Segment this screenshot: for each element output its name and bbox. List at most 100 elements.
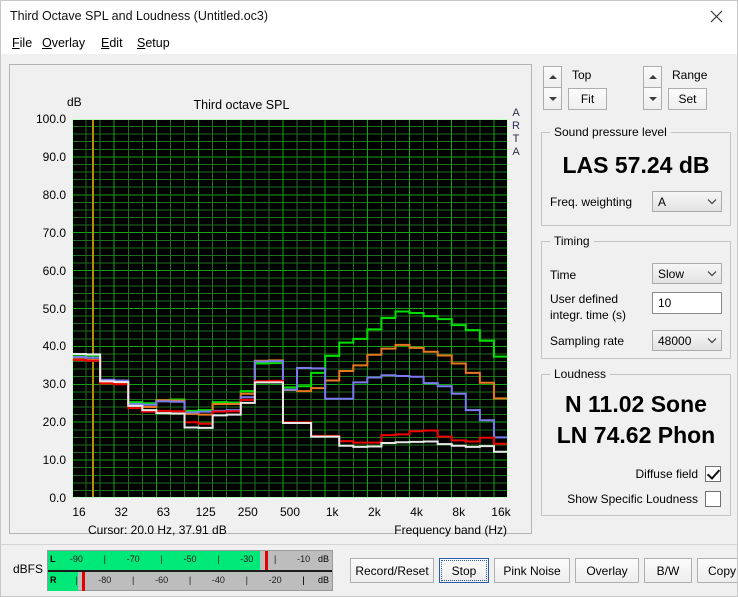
record-reset-button[interactable]: Record/Reset [350,558,434,583]
menu-label-rest: dit [109,36,123,50]
top-label: Top [572,68,592,82]
y-axis-tick-label: 60.0 [42,263,66,278]
meter-tick-label: -60 [155,575,169,585]
pink-noise-button[interactable]: Pink Noise [494,558,570,583]
x-axis-caption: Frequency band (Hz) [394,523,507,537]
menu-item-setup[interactable]: Setup [134,35,173,51]
sampling-rate-select[interactable]: 48000 [652,330,722,351]
range-decrease-button[interactable] [643,88,662,110]
diffuse-field-row[interactable]: Diffuse field [636,466,721,482]
x-axis-tick-label: 63 [156,505,171,519]
b-w-button[interactable]: B/W [644,558,692,583]
meter-unit-left: dB [317,554,329,564]
loudness-group-legend: Loudness [550,367,611,381]
channel-name-right: R [50,575,57,585]
stop-button[interactable]: Stop [439,558,489,583]
chevron-down-icon [703,270,721,277]
spl-graph-panel[interactable]: dB Third octave SPL A R T A 0.0 10.0 20.0 3… [9,64,532,537]
close-icon [710,10,723,23]
spl-readout: LAS 57.24 dB [562,152,710,178]
main-content: dB Third octave SPL A R T A 0.0 10.0 20.0 3… [1,54,737,544]
x-axis-tick-label: 32 [114,505,128,519]
menu-mnemonic: O [42,36,52,50]
menu-item-overlay[interactable]: Overlay [39,35,88,51]
meter-tick-mark: | [132,575,135,585]
x-axis-tick-label: 250 [237,505,258,519]
range-increase-button[interactable] [643,66,662,88]
integration-time-input[interactable]: 10 [652,292,722,314]
y-axis-tick-label: 40.0 [42,339,66,354]
copy-button[interactable]: Copy [697,558,737,583]
sound-pressure-level-group: Sound pressure level LAS 57.24 dB Freq. … [541,125,731,226]
top-decrease-button[interactable] [543,88,562,110]
meter-tick-label: -70 [126,554,140,564]
top-spinner[interactable] [543,66,562,110]
arta-letter: A [512,107,520,119]
bottom-toolbar: dBFS L dB -90 | -70 | -50 | -30 | -10 R dB -80 | |… [1,544,737,596]
top-fit-button[interactable]: Fit [568,88,607,110]
loudness-phon-readout: LN 74.62 Phon [556,422,716,448]
range-control-group: Range Set [643,66,737,114]
meter-tick-mark: | [160,554,163,564]
y-axis-tick-label: 50.0 [42,301,66,316]
integration-time-label-line2: integr. time (s) [550,308,627,322]
menu-item-file[interactable]: File [9,35,35,51]
spl-plot-svg [72,119,508,498]
y-axis-tick-label: 30.0 [42,377,66,392]
meter-tick-mark: | [302,575,305,585]
y-axis-tick-label: 20.0 [42,415,66,430]
x-axis-tick-label: 4k [410,505,423,519]
y-axis-tick-label: 90.0 [42,149,66,164]
time-select[interactable]: Slow [652,263,722,284]
overlay-button[interactable]: Overlay [575,558,639,583]
graph-title: Third octave SPL [193,98,290,112]
meter-tick-mark: | [274,554,277,564]
freq-weighting-value: A [658,194,667,209]
plot-area[interactable] [72,119,508,498]
integration-time-label-line1: User defined [550,292,619,306]
arta-letter: A [512,146,520,158]
arta-third-octave-window: Third Octave SPL and Loudness (Untitled.… [0,0,738,597]
top-increase-button[interactable] [543,66,562,88]
x-axis-tick-label: 8k [452,505,466,519]
x-axis-tick-label: 16k [491,505,511,519]
level-meter-peak-left [265,551,269,570]
menu-label-rest: verlay [51,36,86,50]
x-axis-tick-label: 500 [279,505,301,519]
menu-bar: File Overlay Edit Setup [1,32,737,54]
timing-group-legend: Timing [550,234,594,248]
level-meter[interactable]: L dB -90 | -70 | -50 | -30 | -10 R dB -80 | | -60 | |… [47,550,333,591]
close-button[interactable] [694,1,737,32]
arta-letter: T [512,133,520,145]
y-axis-tick-label: 70.0 [42,225,66,240]
meter-tick-label: -90 [69,554,83,564]
timing-group: Timing Time Slow User defined integr. ti… [541,234,731,359]
menu-label-rest: ile [19,36,33,50]
menu-mnemonic: F [12,36,20,50]
meter-tick-label: -20 [268,575,282,585]
triangle-down-icon [648,96,657,101]
x-axis-tick-label: 125 [195,505,216,519]
diffuse-field-checkbox[interactable] [705,466,721,482]
freq-weighting-select[interactable]: A [652,191,722,212]
specific-loudness-row[interactable]: Show Specific Loudness [567,491,721,507]
meter-tick-label: -50 [183,554,197,564]
loudness-sone-readout: N 11.02 Sone [565,391,707,417]
x-axis-tick-label: 2k [368,505,381,519]
sampling-rate-label: Sampling rate [550,334,625,348]
freq-weighting-label: Freq. weighting [550,195,633,209]
title-bar: Third Octave SPL and Loudness (Untitled.… [1,1,737,32]
x-axis-tick-label: 16 [72,505,86,519]
triangle-up-icon [548,75,557,79]
meter-tick-label: -30 [240,554,254,564]
range-label: Range [672,68,708,82]
level-meter-channel-right: R dB -80 | | -60 | | -40 | | -20 | | [48,572,332,591]
y-axis-tick-label: 0.0 [49,491,66,505]
menu-item-edit[interactable]: Edit [98,35,126,51]
range-spinner[interactable] [643,66,662,110]
arta-brand-label: A R T A [507,107,525,159]
y-axis-tick-label: 80.0 [42,187,66,202]
range-set-button[interactable]: Set [668,88,707,110]
meter-unit-right: dB [317,575,329,585]
specific-loudness-checkbox[interactable] [705,491,721,507]
